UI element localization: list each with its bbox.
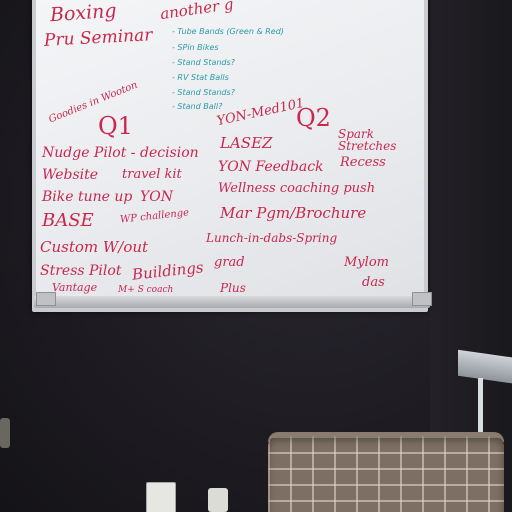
q1-item: travel kit: [122, 167, 182, 182]
whiteboard-tray: [34, 296, 430, 308]
whiteboard-clip: [36, 292, 56, 306]
q2-item: Wellness coaching push: [218, 181, 376, 196]
q2-item: Plus: [220, 281, 246, 295]
teal-list-item: - RV Stat Balls: [172, 73, 229, 82]
q2-item: LASEZ: [220, 134, 273, 152]
q2-item: grad: [214, 255, 245, 270]
q1-item: BASE: [42, 210, 94, 231]
q1-item: Vantage: [52, 281, 98, 294]
cable: [0, 418, 10, 448]
q2-item: Spark Stretches: [338, 127, 397, 153]
q2-item: Mylom: [344, 255, 389, 270]
whiteboard-clip: [412, 292, 432, 306]
q1-item: Bike tune up: [42, 189, 133, 205]
patterned-bench: [268, 436, 504, 512]
q2-item: Recess: [340, 155, 386, 170]
q2-item: Lunch-in-dabs-Spring: [206, 231, 338, 245]
teal-list-item: - SPin Bikes: [172, 43, 219, 52]
q1-item: Stress Pilot: [40, 263, 122, 279]
q2-heading: Q2: [296, 104, 331, 132]
teal-list-item: - Tube Bands (Green & Red): [172, 27, 284, 36]
teal-list-item: - Stand Stands?: [172, 88, 235, 97]
wall-outlet: [146, 482, 176, 512]
office-scene: Boxing Pru Seminar another g - Tube Band…: [0, 0, 512, 512]
q1-item: Website: [42, 167, 99, 183]
q2-item: das: [362, 275, 385, 290]
q2-item: Mar Pgm/Brochure: [220, 204, 367, 222]
teal-list-item: - Stand Ball?: [172, 102, 223, 111]
q1-item: Nudge Pilot - decision: [42, 145, 199, 161]
power-plug: [208, 488, 228, 512]
q1-item: YON: [140, 189, 173, 205]
q1-item: M+ S coach: [118, 285, 174, 295]
q2-item: YON Feedback: [218, 159, 324, 175]
note-boxing: Boxing: [49, 0, 118, 27]
q1-item: Custom W/out: [40, 238, 149, 256]
q1-heading: Q1: [98, 112, 133, 140]
teal-list-item: - Stand Stands?: [172, 58, 235, 67]
